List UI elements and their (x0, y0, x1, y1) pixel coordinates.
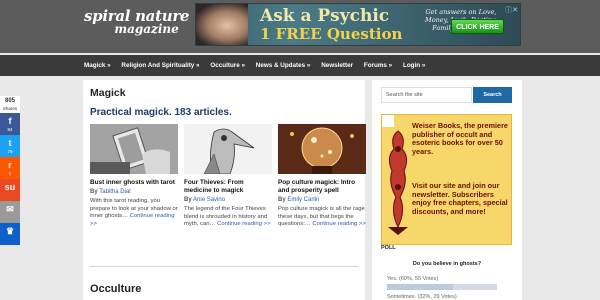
tarot-article-image[interactable] (90, 124, 178, 174)
main-nav: Magick » Religion And Spirituality » Occ… (0, 55, 600, 76)
continue-reading-link[interactable]: Continue reading >> (217, 221, 270, 227)
email-icon: ✉ (6, 204, 14, 214)
reddit-share-button[interactable]: r 0 (0, 157, 20, 179)
stumbleupon-icon: su (4, 182, 16, 192)
article-excerpt: With this tarot reading, you prepare to … (90, 198, 178, 228)
article-author[interactable]: Anie Savino (193, 197, 225, 203)
sumo-share-button[interactable]: ♛ (0, 223, 20, 245)
article-byline: By Tabitha Dial (90, 189, 178, 195)
ad-headline: Ask a Psychic (260, 6, 390, 26)
poll-result-fill (387, 284, 453, 290)
ad-close-icon[interactable]: ⓘ✕ (505, 5, 518, 15)
occulture-section-title[interactable]: Occulture (90, 283, 141, 295)
page-title: Magick (90, 87, 126, 99)
ad-click-here-button[interactable]: CLICK HERE (451, 19, 504, 34)
weiser-headline: Weiser Books, the premiere publisher of … (412, 121, 508, 157)
stumbleupon-share-button[interactable]: su (0, 179, 20, 201)
sumo-crown-icon: ♛ (5, 226, 15, 236)
facebook-icon: f (8, 116, 12, 126)
search-button[interactable]: Search (473, 87, 512, 103)
crystal-ball-article-image[interactable] (278, 124, 366, 174)
ad-corner (382, 115, 394, 127)
share-count-number: 805 (4, 98, 15, 104)
article-byline: By Anie Savino (184, 197, 272, 203)
article-author[interactable]: Tabitha Dial (99, 189, 130, 195)
poll-answer: Yes. (60%, 55 Votes) (387, 276, 439, 282)
ad-woman-image (196, 4, 248, 45)
ad-offer: 1 FREE Question (260, 25, 403, 43)
byline-prefix: By (90, 189, 98, 195)
reddit-share-count: 0 (8, 171, 12, 176)
facebook-share-count: 84 (7, 127, 13, 132)
share-sidebar: 805 Shares f 84 t 79 r 0 su ✉ ♛ (0, 96, 20, 245)
article-excerpt: Pop culture magick is all the rage these… (278, 206, 366, 229)
psychic-ad-banner[interactable]: Ask a Psychic 1 FREE Question Get answer… (195, 3, 521, 46)
share-count-label: Shares (2, 106, 18, 111)
weiser-illustration (388, 130, 408, 235)
article-card[interactable]: Four Thieves: From medicine to magick By… (184, 124, 272, 229)
email-share-button[interactable]: ✉ (0, 201, 20, 223)
nav-item-magick[interactable]: Magick » (84, 55, 111, 76)
article-excerpt: The legend of the Four Thieves blend is … (184, 206, 272, 229)
nav-item-religion-and-spirituality[interactable]: Religion And Spirituality » (121, 55, 199, 76)
article-card[interactable]: Bust inner ghosts with tarot By Tabitha … (90, 124, 178, 228)
byline-prefix: By (278, 197, 286, 203)
nav-item-newsletter[interactable]: Newsletter (321, 55, 353, 76)
search-input[interactable] (381, 87, 472, 103)
poll-heading: POLL (381, 245, 396, 251)
poll-result-bar (387, 284, 497, 290)
logo-line-2: magazine (114, 22, 179, 36)
category-tagline: Practical magick. 183 articles. (90, 107, 232, 118)
site-logo[interactable]: spiral nature magazine (84, 9, 189, 36)
article-byline: By Emily Carlin (278, 197, 366, 203)
byline-prefix: By (184, 197, 192, 203)
nav-item-forums[interactable]: Forums » (364, 55, 392, 76)
share-count: 805 Shares (0, 96, 20, 113)
poll-question: Do you believe in ghosts? (412, 261, 482, 267)
article-card[interactable]: Pop culture magick: Intro and prosperity… (278, 124, 366, 229)
main-content: Magick Practical magick. 183 articles. B… (83, 80, 366, 300)
article-author[interactable]: Emily Carlin (287, 197, 319, 203)
continue-reading-link[interactable]: Continue reading >> (312, 221, 365, 227)
plague-doctor-article-image[interactable] (184, 124, 272, 174)
poll-answer: Sometimes. (32%, 29 Votes) (387, 294, 457, 300)
article-title[interactable]: Four Thieves: From medicine to magick (184, 179, 272, 195)
sidebar: Search Weiser Books, the premiere publis… (372, 80, 522, 300)
twitter-share-count: 79 (7, 149, 13, 154)
article-title[interactable]: Bust inner ghosts with tarot (90, 179, 178, 187)
nav-item-news-updates[interactable]: News & Updates » (256, 55, 311, 76)
twitter-icon: t (8, 138, 12, 148)
nav-item-occulture[interactable]: Occulture » (210, 55, 245, 76)
weiser-books-ad[interactable]: Weiser Books, the premiere publisher of … (381, 114, 512, 245)
twitter-share-button[interactable]: t 79 (0, 135, 20, 157)
nav-item-login[interactable]: Login » (403, 55, 425, 76)
weiser-subtext: Visit our site and join our newsletter. … (412, 181, 508, 217)
facebook-share-button[interactable]: f 84 (0, 113, 20, 135)
reddit-icon: r (8, 160, 12, 170)
section-divider (90, 266, 358, 267)
article-title[interactable]: Pop culture magick: Intro and prosperity… (278, 179, 366, 195)
site-header: spiral nature magazine Ask a Psychic 1 F… (0, 0, 600, 53)
